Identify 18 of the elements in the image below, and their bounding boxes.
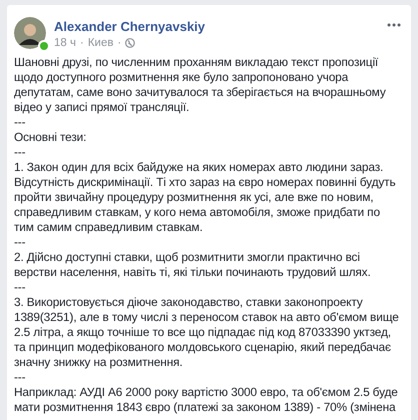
author-name[interactable]: Alexander Chernyavskiy bbox=[54, 19, 379, 34]
post-paragraph: 1. Закон один для всіх байдуже на яких номерах авто людини зараз. Відсутність дискримінації. Ті хто зараз на євро номерах повинні будуть пройти звичайну процедуру розмитнення як усі, але вже по новим, справедливим ставкам, у кого нема автомобіля, зможе придбати по тим самим справедливим ставкам. bbox=[14, 160, 397, 235]
post-paragraph: --- bbox=[14, 145, 26, 160]
post-paragraph: Основні тези: bbox=[14, 130, 88, 145]
post-time[interactable]: 18 ч bbox=[54, 37, 76, 49]
post-paragraph: Шановні друзі, по численним проханням викладаю текст пропозиції щодо доступного розмитнення яке було запропоновано учора депутатам, саме воно зачитувалося та зберігається на вчорашньому відео у записі прямої трансляції. bbox=[14, 55, 387, 115]
post-paragraph: Наприклад: АУДІ А6 2000 року вартістю 3000 евро, та об'ємом 2.5 буде мати розмитнення 1843 євро (платежі за законом 1389) - 70% (змінена bbox=[14, 385, 399, 415]
post-paragraph: --- bbox=[14, 370, 26, 385]
avatar-icon[interactable] bbox=[14, 17, 46, 49]
post-paragraph: --- bbox=[14, 280, 26, 295]
post-paragraph: 3. Використовується діюче законодавство, ставки законопроекту 1389(3251), але в тому числі з переносом ставок на авто об'ємом вище 2.5 літра, а якщо точніше то все що підпадає під код 87033390 уктзед, та принцип модефікованого молдовського сценарію, який передбачає значну знижку на розмитнення. bbox=[14, 295, 400, 370]
post-paragraph: --- bbox=[14, 235, 26, 250]
post-paragraph: 2. Дійсно доступні ставки, щоб розмитнити змогли практично всі верстви населення, навіть ті, які тільки починають трудовий шлях. bbox=[14, 250, 372, 280]
post-paragraph: --- bbox=[14, 115, 26, 130]
more-options-icon[interactable] bbox=[387, 23, 401, 27]
separator-dot: · bbox=[80, 37, 84, 49]
separator-dot: · bbox=[117, 37, 122, 49]
post-location[interactable]: Киев bbox=[88, 37, 114, 49]
